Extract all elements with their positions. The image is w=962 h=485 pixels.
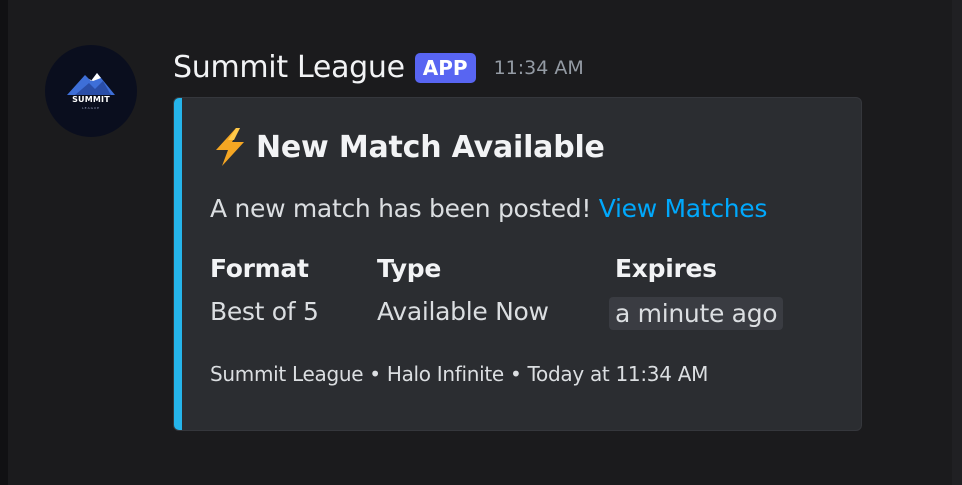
app-badge: APP [414,53,476,83]
embed-accent-bar [174,98,182,430]
embed-footer: Summit League • Halo Infinite • Today at… [210,362,709,386]
embed-field-type: Type Available Now [377,254,549,326]
author-name[interactable]: Summit League [173,49,405,87]
field-name: Format [210,254,309,283]
field-name: Type [377,254,442,283]
view-matches-link[interactable]: View Matches [599,194,768,223]
relative-timestamp[interactable]: a minute ago [609,297,784,330]
right-scroll-strip [952,0,962,485]
field-value: Available Now [377,297,549,326]
embed-title: New Match Available [210,126,605,168]
mountain-logo-icon [67,73,115,95]
field-name: Expires [615,254,717,283]
chat-message: SUMMIT LEAGUE Summit League APP 11:34 AM… [0,0,952,485]
message-header: Summit League APP 11:34 AM [173,48,584,88]
embed-description-text: A new match has been posted! [210,194,599,223]
embed-title-text: New Match Available [256,129,605,165]
embed-field-format: Format Best of 5 [210,254,319,326]
embed-card: New Match Available A new match has been… [173,97,862,431]
avatar-logo-subtext: LEAGUE [82,106,100,110]
message-timestamp[interactable]: 11:34 AM [494,55,584,81]
avatar-logo-text: SUMMIT [72,95,110,104]
field-value: Best of 5 [210,297,319,326]
avatar[interactable]: SUMMIT LEAGUE [45,45,137,137]
lightning-bolt-icon [210,126,250,168]
embed-description: A new match has been posted! View Matche… [210,194,767,223]
embed-field-expires: Expires a minute ago [609,254,784,330]
